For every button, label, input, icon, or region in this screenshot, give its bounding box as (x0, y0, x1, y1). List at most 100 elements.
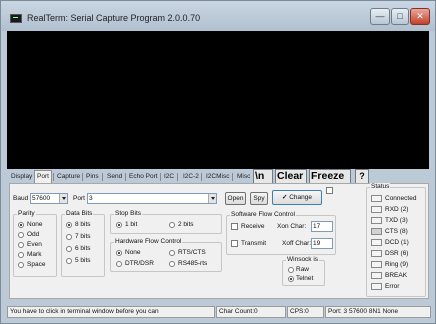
tab-divider (82, 173, 83, 181)
tab-display[interactable]: Display (9, 173, 34, 180)
tab-divider (125, 173, 126, 181)
software-flow-title: Software Flow Control (230, 211, 296, 218)
dcd-label: DCD (1) (385, 239, 409, 246)
maximize-button[interactable]: □ (391, 8, 409, 25)
parity-odd-radio[interactable] (18, 232, 24, 238)
clear-button[interactable]: Clear (275, 169, 307, 184)
terminal-display[interactable] (7, 31, 429, 169)
dsr-label: DSR (6) (385, 250, 409, 257)
chevron-down-icon (208, 194, 216, 203)
stop-bits-1-label: 1 bit (125, 221, 138, 228)
tab-divider (201, 173, 202, 181)
tab-send[interactable]: Send (105, 173, 124, 180)
receive-checkbox[interactable] (231, 223, 238, 230)
connected-label: Connected (385, 195, 417, 202)
ring-led (371, 261, 382, 268)
parity-even-label: Even (27, 241, 42, 248)
winsock-telnet-radio[interactable] (288, 276, 294, 282)
tab-i2c[interactable]: I2C (162, 173, 176, 180)
data-bits-5-radio[interactable] (66, 258, 72, 264)
hw-flow-rs485-radio[interactable] (169, 261, 175, 267)
parity-space-radio[interactable] (18, 262, 24, 268)
tab-pins[interactable]: Pins (84, 173, 101, 180)
connected-led (371, 195, 382, 202)
cps-counter: CPS:0 (287, 306, 324, 318)
data-bits-8-label: 8 bits (75, 221, 91, 228)
winsock-raw-label: Raw (296, 266, 310, 273)
window-title: RealTerm: Serial Capture Program 2.0.0.7… (27, 13, 201, 23)
xoff-char-input[interactable]: 19 (311, 238, 333, 249)
port-value: 3 (89, 195, 93, 202)
spy-button-label: Spy (253, 195, 265, 202)
open-button[interactable]: Open (225, 192, 246, 205)
tab-capture[interactable]: Capture (55, 173, 82, 180)
data-bits-7-label: 7 bits (75, 233, 91, 240)
status-title: Status (370, 183, 391, 190)
transmit-checkbox[interactable] (231, 240, 238, 247)
app-terminal-icon (10, 14, 22, 23)
txd-led (371, 217, 382, 224)
realterm-window: RealTerm: Serial Capture Program 2.0.0.7… (0, 0, 436, 324)
winsock-telnet-label: Telnet (296, 275, 314, 282)
tab-bar: Display Port Capture Pins Send Echo Port… (9, 169, 431, 184)
winsock-title: Winsock is (286, 256, 320, 263)
baud-select[interactable]: 57600 (30, 193, 68, 204)
software-flow-group: Software Flow Control Receive Xon Char: … (226, 211, 336, 255)
xon-label: Xon Char: (277, 223, 307, 230)
ring-label: Ring (9) (385, 261, 409, 268)
tab-i2cmisc[interactable]: I2CMisc (204, 173, 231, 180)
parity-none-radio[interactable] (18, 222, 24, 228)
data-bits-8-radio[interactable] (66, 222, 72, 228)
freeze-button[interactable]: Freeze (309, 169, 351, 184)
stop-bits-2-label: 2 bits (178, 221, 194, 228)
hw-flow-dtrdsr-label: DTR/DSR (125, 260, 154, 267)
port-status: Port: 3 57600 8N1 None (325, 306, 431, 318)
change-option-checkbox[interactable] (326, 187, 333, 194)
tab-divider (53, 173, 54, 181)
stop-bits-1-radio[interactable] (116, 222, 122, 228)
status-message: You have to click in terminal window bef… (7, 306, 215, 318)
data-bits-6-radio[interactable] (66, 246, 72, 252)
rxd-led (371, 206, 382, 213)
tab-i2c-2[interactable]: I2C-2 (181, 173, 201, 180)
break-label: BREAK (385, 272, 408, 279)
stop-bits-2-radio[interactable] (169, 222, 175, 228)
change-button[interactable]: ✓ Change (272, 190, 322, 205)
close-button[interactable]: ✕ (410, 8, 430, 25)
stop-bits-group: Stop Bits 1 bit 2 bits (110, 210, 222, 234)
parity-none-label: None (27, 221, 43, 228)
parity-group: Parity None Odd Even Mark Space (13, 210, 57, 277)
dcd-led (371, 239, 382, 246)
parity-odd-label: Odd (27, 231, 40, 238)
tab-echo-port[interactable]: Echo Port (127, 173, 160, 180)
hw-flow-none-radio[interactable] (116, 250, 122, 256)
data-bits-7-radio[interactable] (66, 234, 72, 240)
port-select[interactable]: 3 (87, 193, 217, 204)
hardware-flow-group: Hardware Flow Control None RTS/CTS DTR/D… (110, 238, 222, 272)
error-led (371, 283, 382, 290)
tab-misc[interactable]: Misc (235, 173, 252, 180)
help-button[interactable]: ? (355, 169, 369, 184)
hw-flow-dtrdsr-radio[interactable] (116, 261, 122, 267)
txd-label: TXD (3) (385, 217, 408, 224)
newline-button[interactable]: \n (253, 169, 273, 184)
parity-title: Parity (17, 210, 36, 217)
hw-flow-rtscts-radio[interactable] (169, 250, 175, 256)
hw-flow-rtscts-label: RTS/CTS (178, 249, 206, 256)
parity-mark-radio[interactable] (18, 252, 24, 258)
spy-button[interactable]: Spy (250, 192, 268, 205)
cts-led (371, 228, 382, 235)
transmit-label: Transmit (241, 240, 267, 247)
tab-port[interactable]: Port (34, 170, 52, 183)
port-label: Port (73, 195, 85, 202)
baud-label: Baud (13, 195, 29, 202)
parity-even-radio[interactable] (18, 242, 24, 248)
winsock-raw-radio[interactable] (288, 267, 294, 273)
stop-bits-title: Stop Bits (114, 210, 143, 217)
error-label: Error (385, 283, 400, 290)
xon-char-input[interactable]: 17 (311, 221, 333, 232)
checkmark-icon: ✓ (281, 194, 288, 201)
minimize-button[interactable]: — (370, 8, 390, 25)
parity-mark-label: Mark (27, 251, 42, 258)
change-button-label: Change (289, 194, 313, 201)
